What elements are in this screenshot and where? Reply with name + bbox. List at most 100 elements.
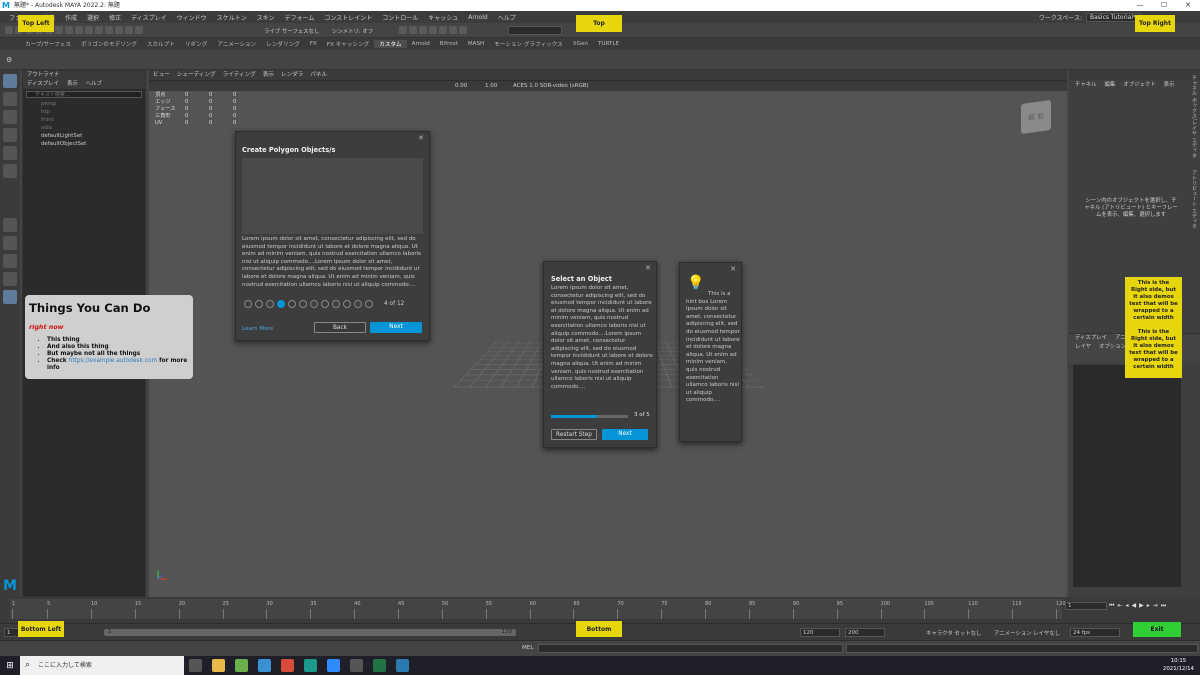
back-button[interactable]: Back xyxy=(314,322,366,333)
select-tool-icon[interactable] xyxy=(3,74,17,88)
cb-menu-show[interactable]: 表示 xyxy=(1164,80,1175,90)
vp-field-exposure[interactable]: 0.00 xyxy=(455,83,467,89)
snap-view-icon[interactable] xyxy=(125,26,133,34)
vp-menu-panels[interactable]: パネル xyxy=(310,70,327,80)
menu-item-window[interactable]: ウィンドウ xyxy=(172,13,212,22)
close-icon[interactable]: ✕ xyxy=(1176,0,1200,11)
shelf-settings-icon[interactable]: ⚙ xyxy=(6,56,12,64)
app-icon[interactable] xyxy=(235,659,248,672)
tab-fx-caching[interactable]: FX キャッシング xyxy=(322,40,374,48)
scale-tool-icon[interactable] xyxy=(3,164,17,178)
outliner-menu-help[interactable]: ヘルプ xyxy=(86,80,102,89)
character-set-dropdown[interactable]: キャラクタ セットなし xyxy=(926,629,981,637)
step-dot[interactable] xyxy=(332,300,340,308)
outliner-item-default-object-set[interactable]: defaultObjectSet xyxy=(23,140,145,148)
tab-motion-graphics[interactable]: モーション グラフィックス xyxy=(489,40,568,48)
vp-menu-view[interactable]: ビュー xyxy=(153,70,170,80)
layer-menu-layers[interactable]: レイヤ xyxy=(1075,343,1091,352)
rotate-tool-icon[interactable] xyxy=(3,146,17,160)
step-dot[interactable] xyxy=(365,300,373,308)
arnold-render-icon[interactable] xyxy=(439,26,447,34)
view-cube[interactable]: 前 右 xyxy=(1021,99,1051,135)
tab-sculpting[interactable]: スカルプト xyxy=(142,40,180,48)
go-to-start-icon[interactable]: ⏮ xyxy=(1109,602,1114,610)
outliner-menu-show[interactable]: 表示 xyxy=(67,80,78,89)
vp-menu-shading[interactable]: シェーディング xyxy=(177,70,216,80)
command-input[interactable] xyxy=(538,644,843,653)
step-back-key-icon[interactable]: ⇤ xyxy=(1117,602,1122,610)
zoom-icon[interactable] xyxy=(327,659,340,672)
mel-label[interactable]: MEL xyxy=(522,645,533,651)
next-button[interactable]: Next xyxy=(602,429,648,440)
maya-taskbar-icon[interactable] xyxy=(304,659,317,672)
tab-poly-modeling[interactable]: ポリゴンのモデリング xyxy=(76,40,142,48)
tab-arnold[interactable]: Arnold xyxy=(407,41,435,47)
vp-colorspace-dropdown[interactable]: ACES 1.0 SDR-video (sRGB) xyxy=(513,83,589,89)
outliner-item-persp[interactable]: persp xyxy=(23,100,145,108)
menu-item-help[interactable]: ヘルプ xyxy=(493,13,521,22)
live-surface-label[interactable]: ライブ サーフェスなし xyxy=(264,27,319,35)
menu-item-deform[interactable]: デフォーム xyxy=(280,13,320,22)
ipr-render-icon[interactable] xyxy=(409,26,417,34)
tab-fx[interactable]: FX xyxy=(305,41,322,47)
close-icon[interactable]: ✕ xyxy=(645,264,651,272)
home-icon[interactable] xyxy=(5,26,13,34)
menu-item-display[interactable]: ディスプレイ xyxy=(126,13,172,22)
close-icon[interactable]: ✕ xyxy=(418,134,424,142)
menu-item-create[interactable]: 作成 xyxy=(60,13,82,22)
outliner-menu-display[interactable]: ディスプレイ xyxy=(27,80,59,89)
tab-channel-box[interactable]: チャネル ボックス/レイヤ エディタ xyxy=(1191,75,1197,158)
maximize-icon[interactable]: ☐ xyxy=(1152,0,1176,11)
windows-start-icon[interactable]: ⊞ xyxy=(0,656,20,675)
play-forward-icon[interactable]: ▶ xyxy=(1139,602,1144,610)
learn-more-link[interactable]: Learn More xyxy=(242,326,273,332)
time-ruler[interactable]: 1 5 10 15 20 25 30 35 40 45 50 55 60 65 70 75 80 85 90 95 10… xyxy=(10,599,1066,619)
step-dot-active[interactable] xyxy=(277,300,285,308)
play-back-icon[interactable]: ◀ xyxy=(1131,602,1136,610)
range-bar[interactable]: 1 120 xyxy=(104,629,516,636)
step-back-icon[interactable]: ◂ xyxy=(1125,602,1128,610)
outliner-layout-icon[interactable] xyxy=(3,272,17,286)
clock[interactable]: 10:15 2021/12/14 xyxy=(1163,657,1194,673)
render-icon[interactable] xyxy=(399,26,407,34)
step-dot[interactable] xyxy=(266,300,274,308)
outliner-item-top[interactable]: top xyxy=(23,108,145,116)
menu-item-constrain[interactable]: コンストレイント xyxy=(319,13,377,22)
tab-rendering[interactable]: レンダリング xyxy=(261,40,305,48)
maya-active-icon[interactable] xyxy=(396,659,409,672)
menu-item-skeleton[interactable]: スケルトン xyxy=(212,13,252,22)
step-dot[interactable] xyxy=(321,300,329,308)
end-frame-field[interactable]: 120 xyxy=(800,628,840,637)
step-forward-icon[interactable]: ▸ xyxy=(1147,602,1150,610)
vp-field-gamma[interactable]: 1.00 xyxy=(485,83,497,89)
step-dot[interactable] xyxy=(244,300,252,308)
current-frame-field[interactable]: 1 xyxy=(1065,602,1107,610)
cb-menu-object[interactable]: オブジェクト xyxy=(1123,80,1155,90)
close-icon[interactable]: ✕ xyxy=(730,265,736,273)
symmetry-label[interactable]: シンメトリ: オフ xyxy=(332,27,373,35)
pause-icon[interactable] xyxy=(459,26,467,34)
taskbar-search-input[interactable]: ここに入力して検索 xyxy=(20,656,184,675)
outliner-item-side[interactable]: side xyxy=(23,124,145,132)
move-tool-icon[interactable] xyxy=(3,128,17,142)
tab-custom[interactable]: カスタム xyxy=(374,40,407,48)
play-icon[interactable] xyxy=(449,26,457,34)
render-settings-icon[interactable] xyxy=(419,26,427,34)
step-forward-key-icon[interactable]: ⇥ xyxy=(1153,602,1158,610)
single-view-icon[interactable] xyxy=(3,218,17,232)
snap-point-icon[interactable] xyxy=(115,26,123,34)
tab-attribute-editor[interactable]: アトリビュート エディタ xyxy=(1191,170,1197,229)
exit-button[interactable]: Exit xyxy=(1133,622,1181,637)
tab-bifrost[interactable]: Bifrost xyxy=(435,41,463,47)
outliner-item-default-light-set[interactable]: defaultLightSet xyxy=(23,132,145,140)
tab-curves-surfaces[interactable]: カーブ/サーフェス xyxy=(20,40,76,48)
edge-icon[interactable] xyxy=(258,659,271,672)
hypershade-icon[interactable] xyxy=(429,26,437,34)
layer-menu-display[interactable]: ディスプレイ xyxy=(1075,334,1107,343)
step-dot[interactable] xyxy=(288,300,296,308)
step-dot[interactable] xyxy=(299,300,307,308)
four-view-icon[interactable] xyxy=(3,236,17,250)
anim-end-field[interactable]: 200 xyxy=(845,628,885,637)
step-dot[interactable] xyxy=(310,300,318,308)
fps-dropdown[interactable]: 24 fps xyxy=(1070,628,1120,637)
